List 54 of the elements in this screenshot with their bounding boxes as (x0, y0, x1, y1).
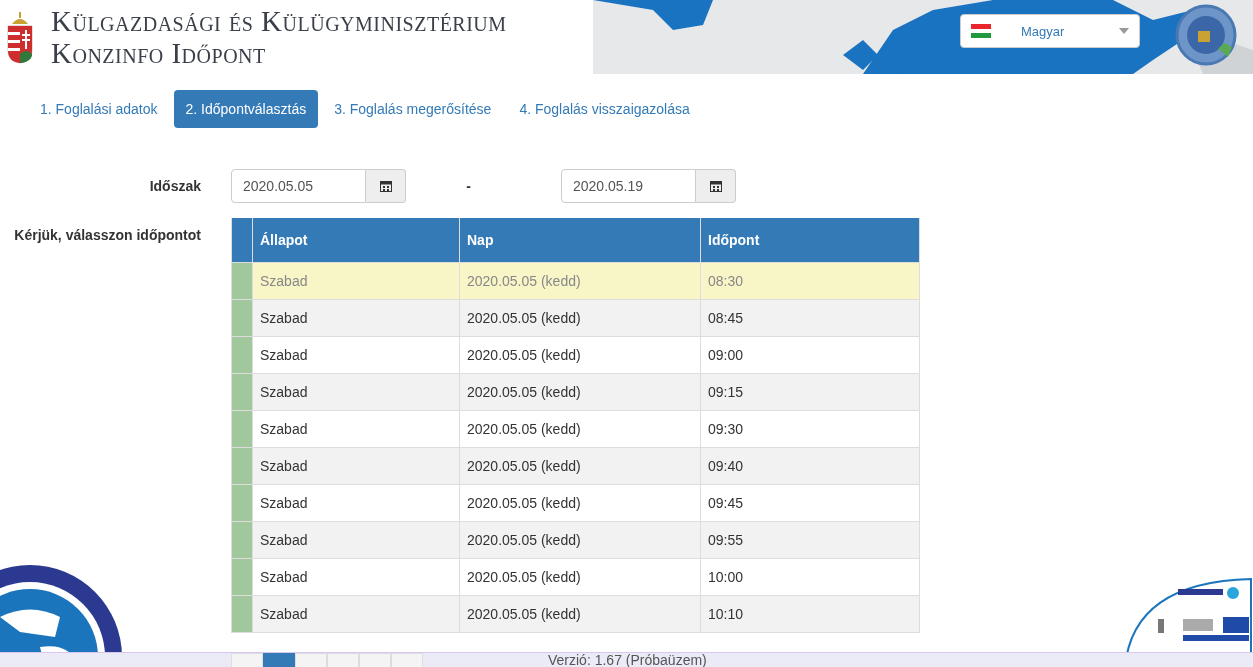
table-cell: 10:10 (700, 595, 920, 633)
coat-of-arms-icon (5, 10, 35, 64)
table-cell: Szabad (252, 336, 460, 374)
table-cell: 2020.05.05 (kedd) (459, 262, 701, 300)
table-cell: 09:00 (700, 336, 920, 374)
column-header[interactable]: Nap (459, 218, 701, 263)
table-cell: 2020.05.05 (kedd) (459, 595, 701, 633)
table-cell: Szabad (252, 558, 460, 596)
column-header[interactable]: Időpont (700, 218, 920, 263)
table-cell: 2020.05.05 (kedd) (459, 373, 701, 411)
step-tab[interactable]: 2. Időpontválasztás (173, 90, 319, 128)
table-cell: Szabad (252, 521, 460, 559)
step-tab[interactable]: 4. Foglalás visszaigazolása (507, 90, 702, 128)
table-cell: 2020.05.05 (kedd) (459, 558, 701, 596)
table-cell: Szabad (252, 262, 460, 300)
table-cell: Szabad (252, 484, 460, 522)
table-cell: 2020.05.05 (kedd) (459, 299, 701, 337)
table-cell: 08:45 (700, 299, 920, 337)
table-cell: 09:45 (700, 484, 920, 522)
table-cell: 2020.05.05 (kedd) (459, 410, 701, 448)
table-cell: 09:40 (700, 447, 920, 485)
calendar-icon (709, 180, 722, 192)
table-cell: 2020.05.05 (kedd) (459, 484, 701, 522)
step-tab[interactable]: 3. Foglalás megerősítése (322, 90, 504, 128)
table-cell: 10:00 (700, 558, 920, 596)
table-cell: Szabad (252, 595, 460, 633)
period-label: Időszak (148, 178, 201, 194)
date-to-field[interactable]: 2020.05.19 (561, 169, 696, 203)
version-text: Verzió: 1.67 (Próbaüzem) (548, 653, 707, 667)
site-subtitle: Konzinfo Időpont (51, 37, 267, 69)
calendar-icon (379, 180, 392, 192)
table-cell: Szabad (252, 373, 460, 411)
caret-icon (1119, 28, 1129, 34)
table-cell: Szabad (252, 299, 460, 337)
table-cell: Szabad (252, 447, 460, 485)
table-label: Kérjük, válasszon időpontot (13, 226, 201, 245)
table-cell: 09:30 (700, 410, 920, 448)
table-cell: 09:55 (700, 521, 920, 559)
step-tab[interactable]: 1. Foglalási adatok (28, 90, 170, 128)
table-cell: Szabad (252, 410, 460, 448)
site-title: Külgazdasági és Külügyminisztérium (51, 5, 507, 37)
table-cell: 2020.05.05 (kedd) (459, 336, 701, 374)
ssl-seal-icon (1174, 3, 1238, 67)
table-cell: 08:30 (700, 262, 920, 300)
column-header[interactable]: Állapot (252, 218, 460, 263)
table-cell: 2020.05.05 (kedd) (459, 521, 701, 559)
table-cell: 09:15 (700, 373, 920, 411)
date-from-field[interactable]: 2020.05.05 (231, 169, 366, 203)
calendar-button[interactable] (366, 169, 406, 203)
language-dropdown[interactable]: Magyar (960, 14, 1140, 48)
date-separator: - (465, 178, 472, 194)
calendar-button[interactable] (696, 169, 736, 203)
flag-icon (971, 24, 991, 38)
table-cell: 2020.05.05 (kedd) (459, 447, 701, 485)
